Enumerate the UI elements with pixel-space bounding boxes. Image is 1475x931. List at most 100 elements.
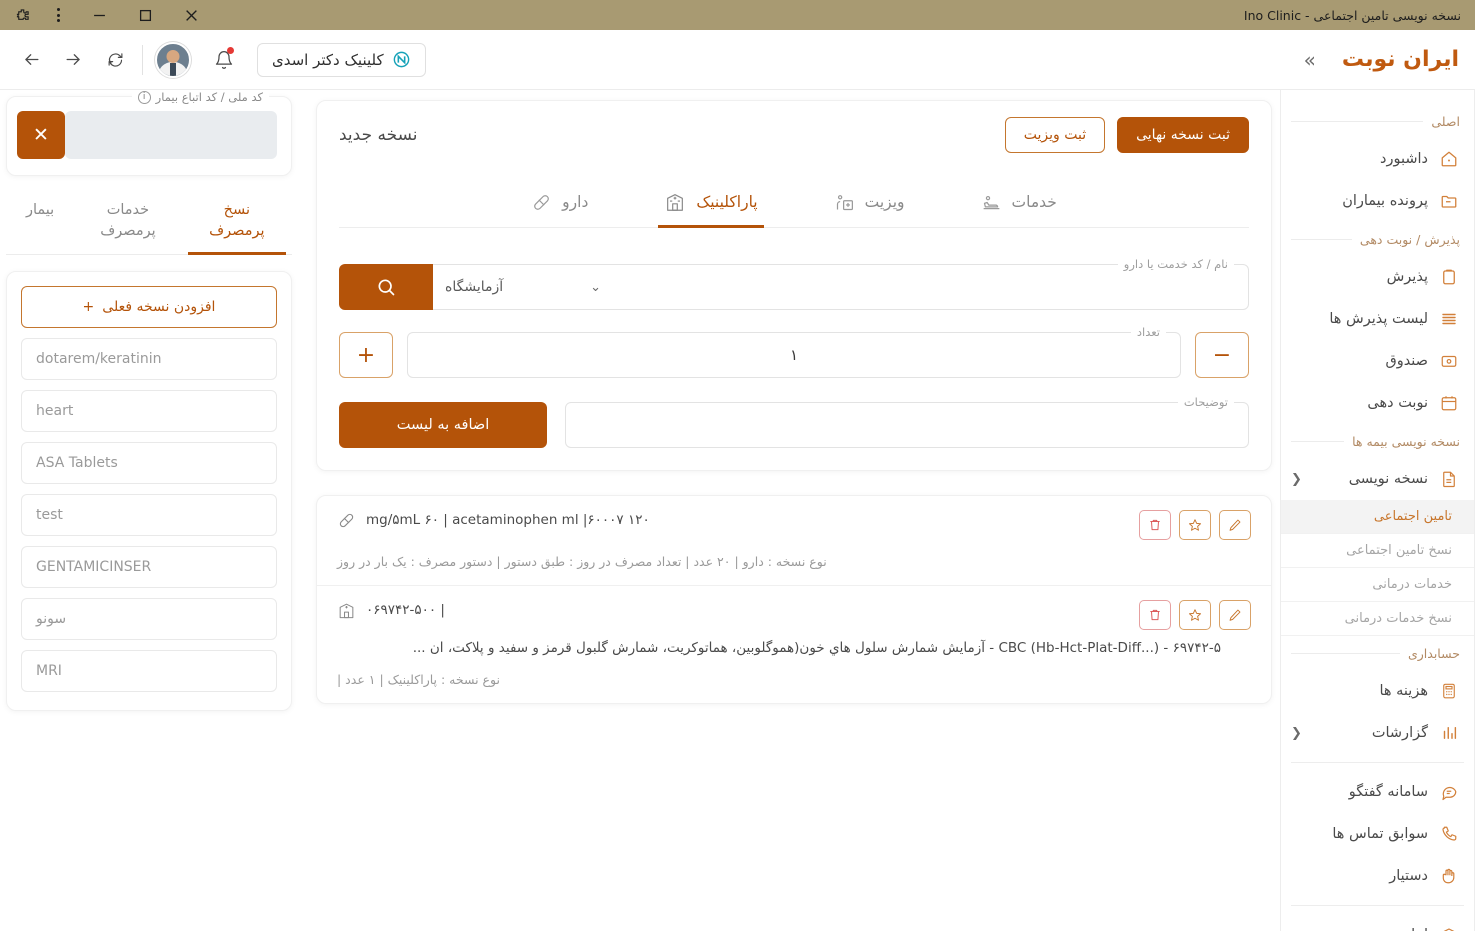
sidebar-item-label: سامانه گفتگو xyxy=(1348,784,1428,800)
calculator-icon xyxy=(1438,682,1460,700)
sidebar-item-call-history[interactable]: سوابق تماس ها xyxy=(1281,813,1474,855)
item-meta: نوع نسخه : دارو | ۲۰ عدد | تعداد مصرف در… xyxy=(337,554,827,569)
sidebar-item-label: انبار xyxy=(1404,927,1428,931)
sidebar-item-assistant[interactable]: دستیار xyxy=(1281,855,1474,897)
sidebar: اصلی داشبورد پرونده بیماران پذیرش / نوبت… xyxy=(1280,90,1475,931)
forward-arrow-icon[interactable] xyxy=(58,45,88,75)
tab-label: دارو xyxy=(562,193,589,211)
browser-tab-title: نسخه نویسی تامین اجتماعی - Ino Clinic xyxy=(1243,7,1461,23)
sidebar-subitem-health-services[interactable]: خدمات درمانی xyxy=(1281,568,1474,602)
right-panel: کد ملی / کد اتباع بیمار i ✕ نسخ پرمصرف خ… xyxy=(0,90,300,931)
list-item[interactable]: test xyxy=(21,494,277,537)
sidebar-item-label: سوابق تماس ها xyxy=(1332,826,1428,842)
close-icon[interactable] xyxy=(168,0,214,30)
sidebar-item-chat[interactable]: سامانه گفتگو xyxy=(1281,771,1474,813)
tab-services[interactable]: خدمات xyxy=(975,183,1063,228)
sidebar-item-cashbox[interactable]: صندوق xyxy=(1281,340,1474,382)
warehouse-icon xyxy=(1438,926,1460,931)
tab-frequent-services[interactable]: خدمات پرمصرف xyxy=(72,194,183,255)
sidebar-item-expenses[interactable]: هزینه ها xyxy=(1281,670,1474,712)
delete-icon[interactable] xyxy=(1139,510,1171,540)
star-icon[interactable] xyxy=(1179,510,1211,540)
tab-frequent-prescriptions[interactable]: نسخ پرمصرف xyxy=(187,194,286,256)
sidebar-collapse-icon[interactable]: « xyxy=(1304,48,1316,72)
category-select[interactable]: ⌄ آزمایشگاه xyxy=(433,264,613,310)
minimize-icon[interactable] xyxy=(76,0,122,30)
description-row: توضیحات اضافه به لیست xyxy=(339,395,1249,448)
sidebar-item-reception-list[interactable]: لیست پذیرش ها xyxy=(1281,298,1474,340)
sidebar-item-label: گزارشات xyxy=(1371,725,1428,741)
quantity-decrease-button[interactable]: − xyxy=(1195,332,1249,378)
delete-icon[interactable] xyxy=(1139,600,1171,630)
back-arrow-icon[interactable] xyxy=(16,45,46,75)
tab-patient[interactable]: بیمار xyxy=(12,194,68,255)
sidebar-item-appointments[interactable]: نوبت دهی xyxy=(1281,382,1474,424)
divider xyxy=(1291,652,1400,654)
sidebar-subitem-social-security-rx[interactable]: نسخ تامین اجتماعی xyxy=(1281,534,1474,568)
sidebar-item-warehouse[interactable]: انبار xyxy=(1281,914,1474,931)
star-icon[interactable] xyxy=(1179,600,1211,630)
edit-icon[interactable] xyxy=(1219,600,1251,630)
list-item-header: | ۰۶۹۷۴۲-۵۰۰ xyxy=(337,600,1251,630)
description-input[interactable] xyxy=(566,403,1248,447)
list-item[interactable]: GENTAMICINSER xyxy=(21,546,277,589)
sidebar-subitem-social-security[interactable]: تامین اجتماعی xyxy=(1281,500,1474,534)
search-button[interactable] xyxy=(339,264,433,310)
notification-bell-icon[interactable] xyxy=(209,45,239,75)
tab-drug[interactable]: دارو xyxy=(525,183,594,228)
list-item[interactable]: ASA Tablets xyxy=(21,442,277,485)
chevron-down-icon: ⌄ xyxy=(590,279,601,295)
patient-code-input[interactable] xyxy=(65,111,277,159)
sidebar-item-label: هزینه ها xyxy=(1379,683,1428,699)
list-item[interactable]: سونو xyxy=(21,598,277,641)
search-input[interactable] xyxy=(613,265,1248,309)
tab-visit[interactable]: ویزیت xyxy=(828,183,911,228)
sidebar-item-dashboard[interactable]: داشبورد xyxy=(1281,138,1474,180)
list-item[interactable]: heart xyxy=(21,390,277,433)
divider xyxy=(1291,905,1464,906)
quantity-input[interactable] xyxy=(408,333,1180,377)
sidebar-item-reports[interactable]: گزارشات ❮ xyxy=(1281,712,1474,754)
list-item[interactable]: MRI xyxy=(21,650,277,693)
sidebar-item-label: دستیار xyxy=(1389,868,1428,884)
sidebar-subitem-health-services-rx[interactable]: نسخ خدمات درمانی xyxy=(1281,602,1474,636)
extension-icon[interactable] xyxy=(4,0,40,30)
templates-card: افزودن نسخه فعلی + dotarem/keratinin hea… xyxy=(6,271,292,712)
sidebar-section-insurance-rx: نسخه نویسی بیمه ها xyxy=(1281,424,1474,458)
sidebar-subitem-label: نسخ خدمات درمانی xyxy=(1344,611,1452,626)
sidebar-section-label: پذیرش / نوبت دهی xyxy=(1359,231,1460,247)
submit-visit-button[interactable]: ثبت ویزیت xyxy=(1004,117,1106,153)
divider xyxy=(1291,120,1424,122)
info-icon[interactable]: i xyxy=(137,90,151,104)
prescription-actions: ثبت نسخه نهایی ثبت ویزیت xyxy=(1004,117,1249,153)
app-header: کلینیک دکتر اسدی « ایران نوبت xyxy=(0,30,1475,90)
list-item-actions xyxy=(1139,600,1251,630)
service-bed-icon xyxy=(981,192,1002,213)
kebab-menu-icon[interactable] xyxy=(40,0,76,30)
maximize-icon[interactable] xyxy=(122,0,168,30)
list-item-text: ۱۲۰ mg/۵mL ۶۰ | acetaminophen ml |۶۰۰۰۷ xyxy=(366,510,650,530)
tab-paraclinic[interactable]: پاراکلینیک xyxy=(658,183,764,228)
clipboard-icon xyxy=(1438,268,1460,286)
list-item[interactable]: dotarem/keratinin xyxy=(21,338,277,381)
plus-icon: + xyxy=(82,299,95,316)
list-item: | ۰۶۹۷۴۲-۵۰۰ ۶۹۷۴۲-۵ - (...CBC (Hb-Hct-P… xyxy=(317,586,1271,703)
submit-final-prescription-button[interactable]: ثبت نسخه نهایی xyxy=(1117,117,1249,153)
phone-icon xyxy=(1438,825,1460,843)
patient-code-legend-text: کد ملی / کد اتباع بیمار xyxy=(155,90,263,104)
chat-icon xyxy=(1438,783,1460,801)
edit-icon[interactable] xyxy=(1219,510,1251,540)
reload-icon[interactable] xyxy=(100,45,130,75)
search-icon xyxy=(376,277,396,297)
add-to-list-button[interactable]: اضافه به لیست xyxy=(339,402,547,448)
add-current-prescription-button[interactable]: افزودن نسخه فعلی + xyxy=(21,286,277,329)
chevron-left-icon: ❮ xyxy=(1291,725,1302,741)
sidebar-item-reception[interactable]: پذیرش xyxy=(1281,256,1474,298)
clinic-selector[interactable]: کلینیک دکتر اسدی xyxy=(257,42,426,77)
quantity-increase-button[interactable]: + xyxy=(339,332,393,378)
sidebar-item-patient-files[interactable]: پرونده بیماران xyxy=(1281,180,1474,222)
patient-code-card: کد ملی / کد اتباع بیمار i ✕ xyxy=(6,90,292,176)
sidebar-item-prescription[interactable]: نسخه نویسی ❮ xyxy=(1281,458,1474,500)
avatar[interactable] xyxy=(155,41,191,78)
clear-patient-code-button[interactable]: ✕ xyxy=(17,111,65,159)
